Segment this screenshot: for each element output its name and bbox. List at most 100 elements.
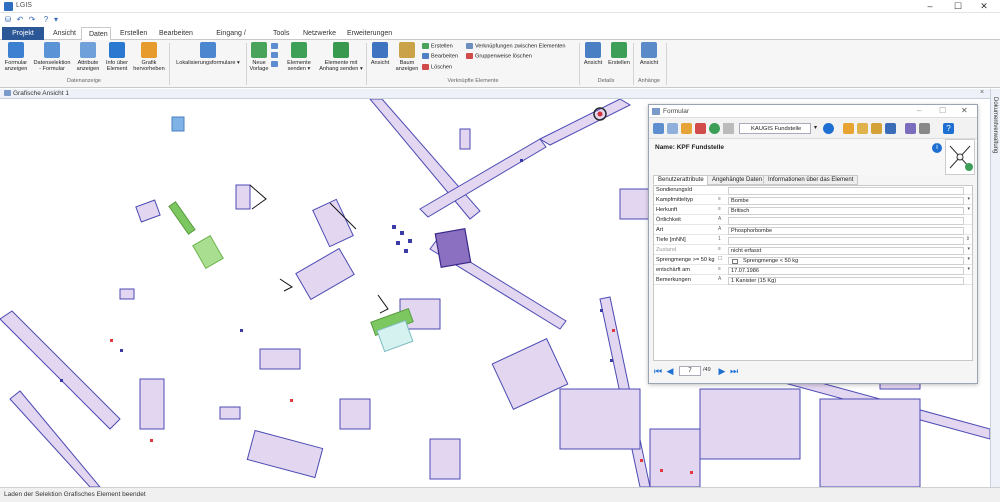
attribute-value[interactable]: nicht erfasst [728,247,964,255]
datenselektion-button[interactable]: Datenselektion - Formular [32,42,72,72]
gruppenweise-button[interactable]: Gruppenweise löschen [466,53,578,60]
redo-icon[interactable]: ↷ [27,15,37,24]
erstellen-link-button[interactable]: Erstellen [422,43,466,50]
tab-ansicht[interactable]: Ansicht [46,27,80,40]
tab-angehaengte-daten[interactable]: Angehängte Daten [707,175,768,185]
maximize-icon[interactable]: ☐ [944,0,972,13]
neue-vorlage-button[interactable]: Neue Vorlage [248,42,270,72]
target-icon[interactable] [823,123,834,134]
attribute-value[interactable]: 17.07.1986 [728,267,964,275]
attribute-value[interactable]: Phosphorbombe [728,227,964,235]
first-record-icon[interactable]: ⏮ [653,366,663,376]
lokalisierungsformulare-label: Lokalisierungsformulare [176,60,236,66]
clipboard-icon[interactable] [271,61,278,67]
tools-icon[interactable] [905,123,916,134]
attach-icon[interactable] [885,123,896,134]
attribute-value[interactable] [728,187,964,195]
chevron-down-icon[interactable]: ▾ [967,256,970,262]
attribute-value[interactable]: 1 Kanister (15 Kg) [728,277,964,285]
attribute-value[interactable] [728,237,964,245]
tab-erweiterungen[interactable]: Erweiterungen [340,27,392,40]
text-icon: A [718,226,722,232]
attribute-label: Tiefe [mNN] [656,237,686,243]
bearbeiten-link-button[interactable]: Bearbeiten [422,53,466,60]
document-management-panel[interactable]: Dokumentverwaltung [990,89,1000,487]
book-icon[interactable] [871,123,882,134]
minimize-icon[interactable]: – [917,106,921,115]
parcel [339,398,371,430]
selected-parcel[interactable] [434,227,472,269]
tab-daten[interactable]: Daten [81,27,111,41]
maximize-icon[interactable]: ☐ [939,106,946,115]
document-tab-grafische-ansicht[interactable]: Grafische Ansicht 1 [4,90,69,97]
chevron-down-icon[interactable]: ▾ [967,196,970,202]
tab-projekt[interactable]: Projekt [2,27,44,40]
chevron-down-icon[interactable]: ▾ [967,246,970,252]
tab-bearbeiten[interactable]: Bearbeiten [152,27,194,40]
chevron-down-icon[interactable]: ▾ [967,266,970,272]
close-icon[interactable]: ✕ [970,0,998,13]
spinner-icon[interactable]: ⇕ [966,236,970,242]
help-icon[interactable]: ? [943,123,954,134]
layer-select[interactable]: KAUGIS Fundstelle [739,123,811,134]
checkbox-label: Sprengmenge < 50 kg [743,258,799,264]
last-record-icon[interactable]: ⏭ [729,366,739,376]
chevron-down-icon[interactable]: ▾ [814,124,817,131]
paste-icon[interactable] [271,52,278,58]
undo-icon[interactable]: ↶ [15,15,25,24]
attribute-value[interactable]: Bombe [728,197,964,205]
tab-informationen[interactable]: Informationen über das Element [763,175,859,185]
grafik-hervorheben-button[interactable]: Grafik hervorheben [132,42,166,72]
parcel [649,428,701,487]
tab-erstellen[interactable]: Erstellen [113,27,149,40]
previous-record-icon[interactable]: ◀ [665,366,675,376]
attribute-value[interactable] [728,217,964,225]
pointer-icon[interactable] [857,123,868,134]
close-icon[interactable]: ✕ [961,106,968,115]
lokalisierungsformulare-button[interactable]: Lokalisierungsformulare ▾ [172,42,244,66]
verknuepfungen-button[interactable]: Verknüpfungen zwischen Elementen [466,43,578,50]
save-icon[interactable]: ⛁ [3,15,13,24]
elemente-senden-button[interactable]: Elemente senden ▾ [283,42,315,72]
attribute-label: Sprengmenge >= 50 kg [656,257,715,263]
attachment-view-icon [641,42,657,58]
minimize-icon[interactable]: – [916,0,944,13]
attribute-value-checkbox[interactable]: Sprengmenge < 50 kg [728,257,964,265]
checkbox[interactable] [732,259,738,264]
data-selection-icon [44,42,60,58]
delete-icon[interactable] [695,123,706,134]
edit-icon[interactable] [681,123,692,134]
highlight-feature [192,235,224,269]
tab-tools[interactable]: Tools [266,27,294,40]
close-doc-icon[interactable]: × [980,89,984,96]
mandatory-icon: ≡ [718,246,721,252]
attribute-value[interactable]: Britisch [728,207,964,215]
tab-eingang-ausgang[interactable]: Eingang / Ausgang [198,27,264,50]
elemente-mit-anhang-button[interactable]: Elemente mit Anhang senden ▾ [317,42,365,72]
refresh-icon[interactable] [709,123,720,134]
info-icon[interactable]: i [932,143,942,153]
details-ansicht-button[interactable]: Ansicht [581,42,605,66]
attribute-anzeigen-button[interactable]: Attribute anzeigen [74,42,102,72]
print-icon[interactable] [919,123,930,134]
pen-icon[interactable] [667,123,678,134]
next-record-icon[interactable]: ▶ [717,366,727,376]
chevron-down-icon[interactable]: ▾ [967,206,970,212]
info-element-button[interactable]: Info über Element [104,42,130,72]
save-icon[interactable] [653,123,664,134]
tab-benutzerattribute[interactable]: Benutzerattribute [653,175,709,185]
baum-anzeigen-button[interactable]: Baum anzeigen [394,42,420,72]
details-erstellen-button[interactable]: Erstellen [607,42,631,66]
ansicht-button[interactable]: Ansicht [368,42,392,66]
record-number-input[interactable]: 7 [679,366,701,376]
details-create-icon [611,42,627,58]
anhaenge-ansicht-button[interactable]: Ansicht [636,42,662,66]
loeschen-link-button[interactable]: Löschen [422,63,466,71]
sun-icon[interactable] [843,123,854,134]
copy-icon[interactable] [271,43,278,49]
help-icon[interactable]: ? [41,15,51,24]
tab-netzwerke[interactable]: Netzwerke [296,27,338,40]
links-icon [466,43,473,49]
customize-icon[interactable]: ▾ [51,15,61,24]
formular-anzeigen-button[interactable]: Formular anzeigen [2,42,30,72]
